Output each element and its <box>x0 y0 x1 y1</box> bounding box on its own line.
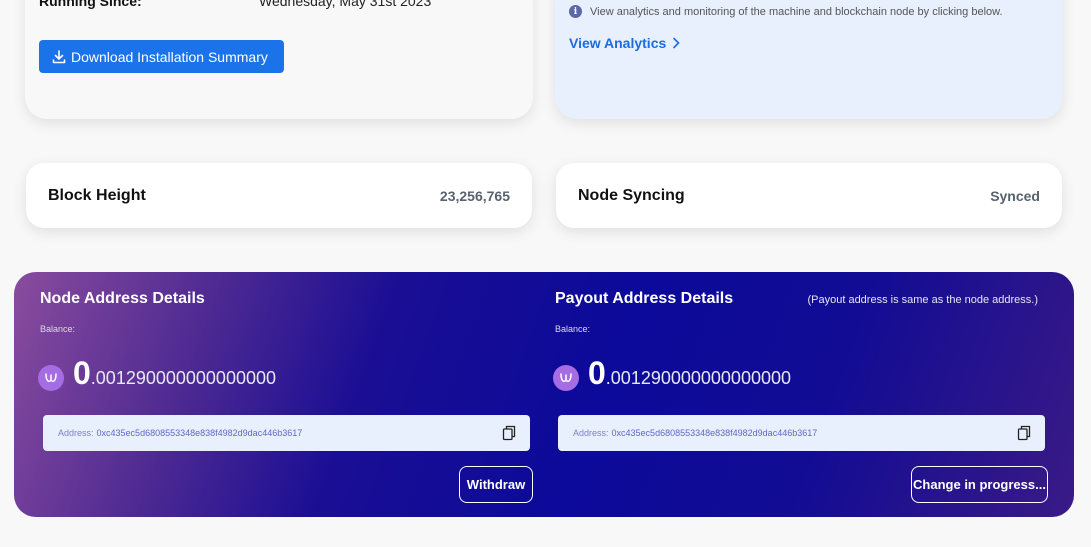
payout-balance-fraction: .001290000000000000 <box>605 368 791 388</box>
payout-address-field: Address: 0xc435ec5d6808553348e838f4982d9… <box>558 415 1045 451</box>
payout-address-value: 0xc435ec5d6808553348e838f4982d9dac446b36… <box>611 428 818 438</box>
payout-balance-label: Balance: <box>555 324 591 334</box>
node-balance-label: Balance: <box>40 324 76 334</box>
view-analytics-link[interactable]: View Analytics <box>569 35 680 51</box>
chevron-right-icon <box>673 37 680 49</box>
analytics-info-text: View analytics and monitoring of the mac… <box>590 5 1003 18</box>
node-address-field: Address: 0xc435ec5d6808553348e838f4982d9… <box>43 415 530 451</box>
download-installation-summary-button[interactable]: Download Installation Summary <box>39 40 284 73</box>
installation-card: Running Since: Wednesday, May 31st 2023 … <box>25 0 533 119</box>
node-address-label: Address: <box>58 428 94 438</box>
coin-icon <box>38 365 64 391</box>
download-icon <box>52 49 66 63</box>
node-balance-fraction: .001290000000000000 <box>90 368 276 388</box>
download-button-label: Download Installation Summary <box>71 48 268 65</box>
copy-icon[interactable] <box>1017 425 1031 441</box>
payout-balance: 0 .001290000000000000 <box>553 355 791 392</box>
block-height-label: Block Height <box>48 187 146 204</box>
change-payout-button[interactable]: Change in progress... <box>911 466 1048 503</box>
node-syncing-card: Node Syncing Synced <box>556 163 1062 228</box>
analytics-info-row: i View analytics and monitoring of the m… <box>569 5 1003 18</box>
node-address-section: Node Address Details Balance: 0 .0012900… <box>14 272 534 517</box>
view-analytics-label: View Analytics <box>569 35 667 51</box>
block-height-value: 23,256,765 <box>439 188 510 204</box>
payout-address-title: Payout Address Details <box>555 290 734 307</box>
analytics-card: i View analytics and monitoring of the m… <box>555 0 1063 119</box>
address-details-panel: Node Address Details Balance: 0 .0012900… <box>14 272 1074 517</box>
info-icon: i <box>569 5 582 18</box>
running-since-value: Wednesday, May 31st 2023 <box>259 0 432 9</box>
payout-address-section: Payout Address Details (Payout address i… <box>529 272 1049 517</box>
payout-address-note: (Payout address is same as the node addr… <box>807 294 1038 306</box>
payout-balance-integer: 0 <box>588 355 606 391</box>
node-balance-integer: 0 <box>73 355 91 391</box>
node-address-title: Node Address Details <box>40 290 205 307</box>
running-since-label: Running Since: <box>39 0 142 9</box>
node-balance: 0 .001290000000000000 <box>38 355 276 392</box>
payout-address-label: Address: <box>573 428 609 438</box>
copy-icon[interactable] <box>502 425 516 441</box>
node-address-value: 0xc435ec5d6808553348e838f4982d9dac446b36… <box>96 428 303 438</box>
block-height-card: Block Height 23,256,765 <box>26 163 532 228</box>
coin-icon <box>553 365 579 391</box>
withdraw-button[interactable]: Withdraw <box>459 466 533 503</box>
node-syncing-status: Synced <box>990 188 1040 204</box>
node-syncing-label: Node Syncing <box>578 187 685 204</box>
